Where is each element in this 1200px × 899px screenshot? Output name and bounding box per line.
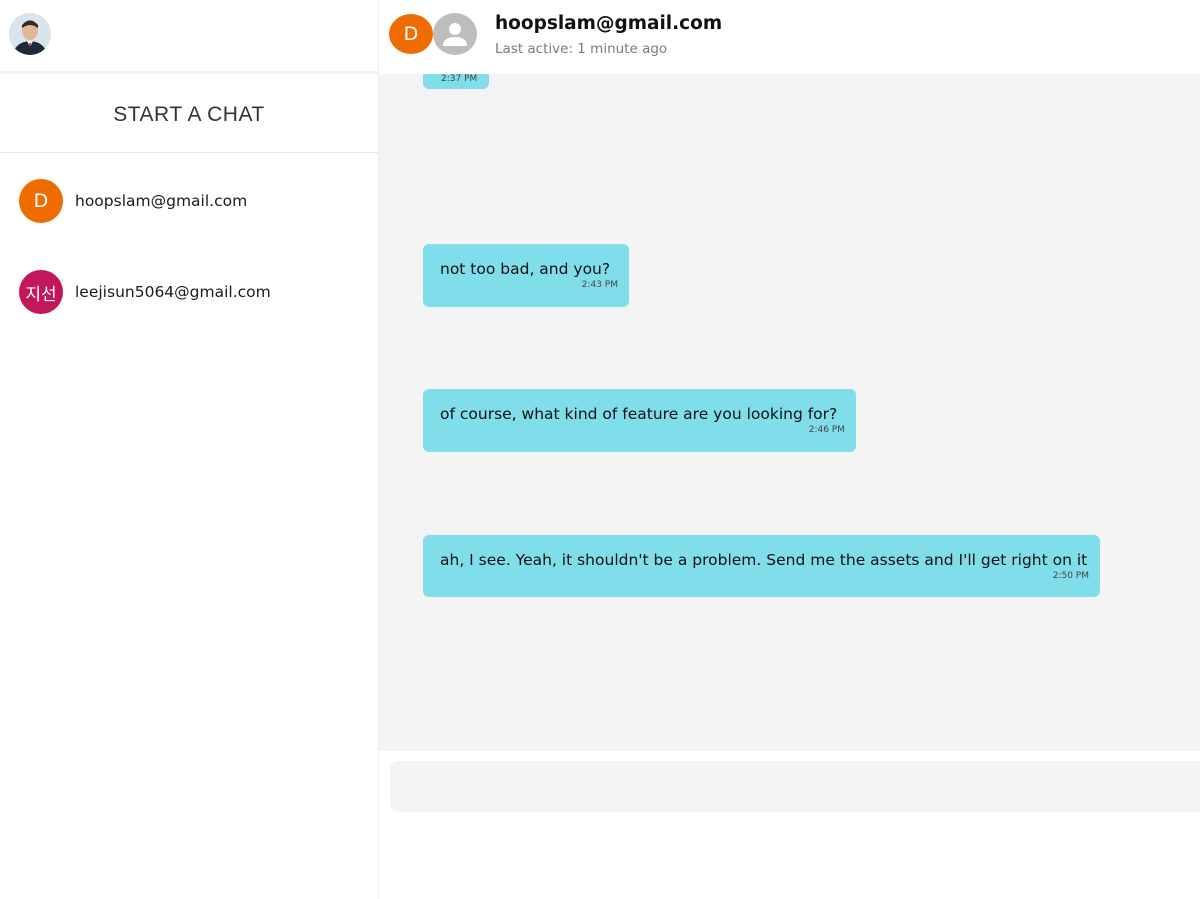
contact-label: hoopslam@gmail.com bbox=[75, 192, 248, 210]
message-text: ah, I see. Yeah, it shouldn't be a probl… bbox=[440, 551, 1088, 569]
message-bubble: of course, what kind of feature are you … bbox=[423, 389, 856, 452]
person-silhouette-icon bbox=[443, 23, 467, 46]
sidebar-header bbox=[0, 0, 378, 74]
chat-app: START A CHAT D hoopslam@gmail.com 지선 lee… bbox=[0, 0, 1200, 899]
contact-label: leejisun5064@gmail.com bbox=[75, 283, 271, 301]
contact-avatar: D bbox=[19, 179, 63, 223]
composer-area bbox=[379, 751, 1200, 899]
message-time: 2:43 PM bbox=[581, 280, 618, 290]
message-text: of course, what kind of feature are you … bbox=[440, 405, 838, 423]
message-text: not too bad, and you? bbox=[440, 260, 611, 278]
contact-item-hoopslam[interactable]: D hoopslam@gmail.com bbox=[0, 171, 378, 231]
contact-item-leejisun[interactable]: 지선 leejisun5064@gmail.com bbox=[0, 262, 378, 322]
user-avatar[interactable] bbox=[9, 13, 51, 55]
message-time: 2:37 PM bbox=[441, 74, 478, 84]
message-bubble-partial: 2:37 PM bbox=[423, 74, 489, 89]
chat-header: D hoopslam@gmail.com Last active: 1 minu… bbox=[379, 0, 1200, 74]
chat-title: hoopslam@gmail.com bbox=[495, 13, 723, 34]
person-icon bbox=[433, 13, 477, 55]
message-input[interactable] bbox=[390, 761, 1200, 812]
message-bubble: ah, I see. Yeah, it shouldn't be a probl… bbox=[423, 535, 1100, 597]
user-photo-icon bbox=[9, 13, 51, 55]
sidebar: START A CHAT D hoopslam@gmail.com 지선 lee… bbox=[0, 0, 379, 899]
message-time: 2:50 PM bbox=[1052, 571, 1089, 581]
message-list[interactable]: 2:37 PM not too bad, and you? 2:43 PM of… bbox=[379, 74, 1200, 751]
message-bubble: not too bad, and you? 2:43 PM bbox=[423, 244, 629, 307]
contact-avatar: 지선 bbox=[19, 270, 63, 314]
start-chat-button[interactable]: START A CHAT bbox=[0, 77, 378, 153]
message-time: 2:46 PM bbox=[808, 425, 845, 435]
last-active-status: Last active: 1 minute ago bbox=[495, 41, 668, 57]
recipient-avatar: D bbox=[389, 14, 433, 54]
